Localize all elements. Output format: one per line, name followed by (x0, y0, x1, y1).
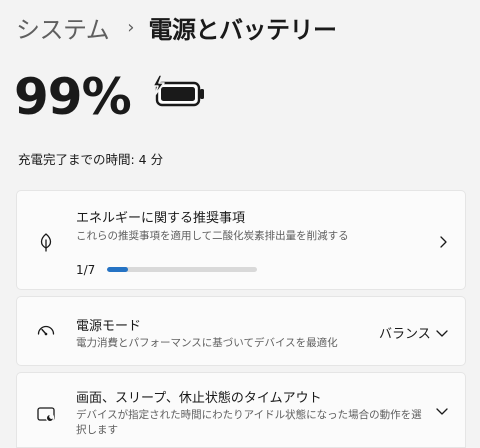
chevron-right-icon[interactable] (436, 234, 450, 248)
gauge-icon (36, 321, 56, 341)
sleep-card-title: 画面、スリープ、休止状態のタイムアウト (76, 391, 322, 406)
energy-progress-bar (107, 267, 257, 272)
energy-progress-label: 1/7 (76, 263, 96, 277)
energy-card-description: これらの推奨事項を適用して二酸化炭素排出量を削減する (76, 230, 349, 242)
battery-percent: 99% (14, 68, 132, 126)
power-mode-dropdown[interactable]: バランス (379, 323, 431, 342)
screen-sleep-timeout-card[interactable]: 画面、スリープ、休止状態のタイムアウト デバイスが指定された時間にわたりアイドル… (16, 372, 466, 448)
energy-card-title: エネルギーに関する推奨事項 (76, 211, 246, 226)
sleep-card-description-line1: デバイスが指定された時間にわたりアイドル状態になった場合の動作を選 (76, 409, 422, 421)
breadcrumb-system-link[interactable]: システム (16, 10, 110, 45)
energy-recommendations-card[interactable]: エネルギーに関する推奨事項 これらの推奨事項を適用して二酸化炭素排出量を削減する… (16, 190, 466, 290)
power-mode-card: 電源モード 電力消費とパフォーマンスに基づいてデバイスを最適化 バランス (16, 296, 466, 366)
leaf-icon (36, 232, 56, 252)
power-mode-title: 電源モード (76, 319, 142, 334)
energy-progress-fill (107, 267, 129, 272)
chevron-down-icon[interactable] (435, 403, 449, 417)
power-mode-description: 電力消費とパフォーマンスに基づいてデバイスを最適化 (76, 337, 338, 349)
page-title: 電源とバッテリー (148, 16, 337, 44)
screen-sleep-icon (36, 404, 56, 424)
sleep-card-description-line2: 択します (76, 424, 118, 436)
battery-status: 99% (14, 72, 207, 122)
charge-time-text: 充電完了までの時間: 4 分 (18, 152, 164, 167)
chevron-down-icon[interactable] (435, 325, 449, 339)
breadcrumb: システム › 電源とバッテリー (16, 10, 337, 45)
breadcrumb-separator: › (127, 17, 135, 38)
battery-charging-icon (151, 74, 207, 112)
